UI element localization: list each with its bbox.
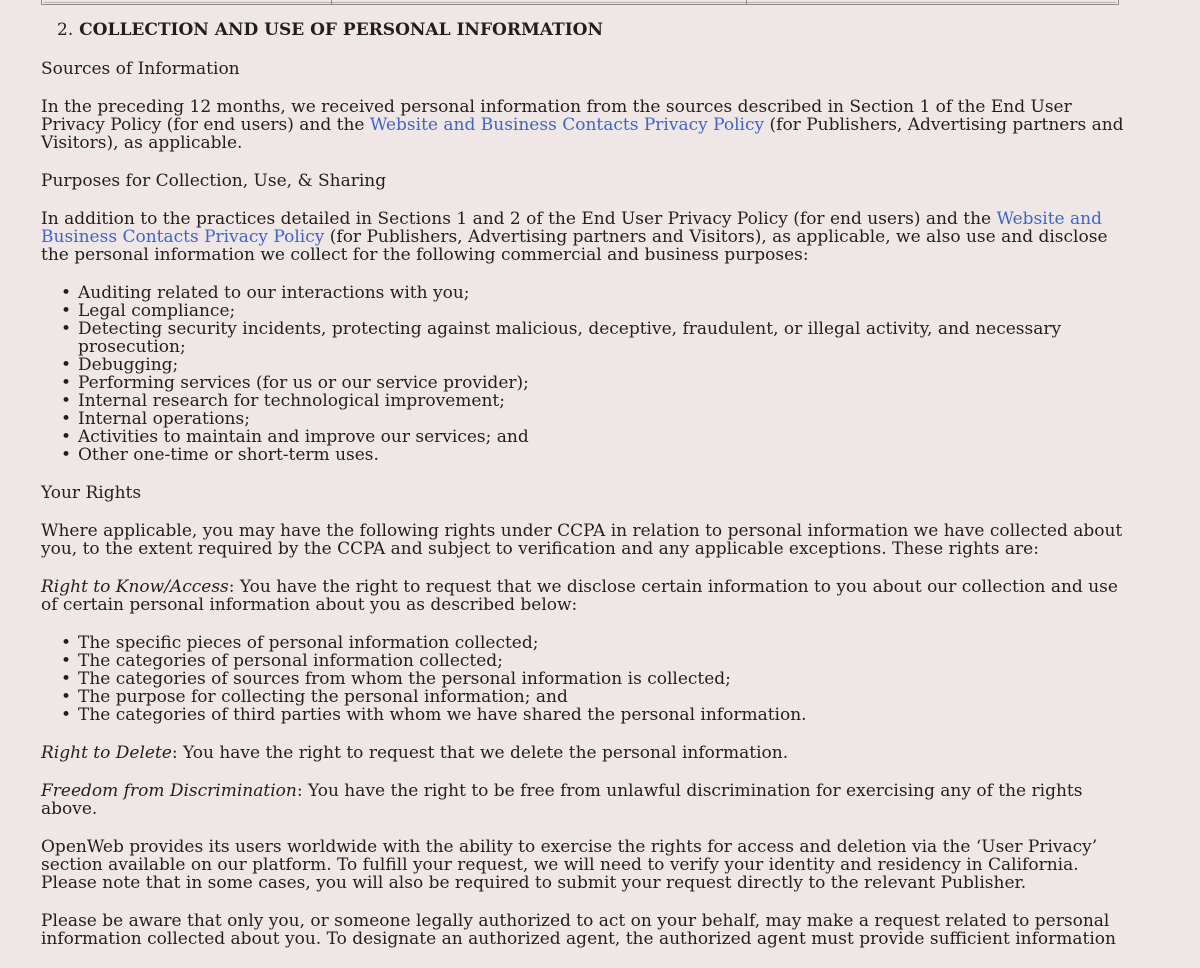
authorized-agent-paragraph: Please be aware that only you, or someon… — [41, 911, 1116, 949]
table-inner-border — [44, 0, 1116, 3]
list-item: Debugging; — [61, 356, 1126, 374]
purposes-paragraph: In addition to the practices detailed in… — [41, 210, 1126, 264]
policy-content: 2. COLLECTION AND USE OF PERSONAL INFORM… — [41, 21, 1126, 968]
right-to-know-label: Right to Know/Access — [41, 577, 229, 597]
section-heading: 2. COLLECTION AND USE OF PERSONAL INFORM… — [57, 21, 1126, 39]
table-column-divider — [746, 0, 747, 5]
list-item: The categories of personal information c… — [61, 652, 1126, 670]
list-item: The specific pieces of personal informat… — [61, 634, 1126, 652]
list-item: The purpose for collecting the personal … — [61, 688, 1126, 706]
right-to-delete-paragraph: Right to Delete: You have the right to r… — [41, 744, 1126, 762]
right-to-delete-text: : You have the right to request that we … — [171, 743, 789, 763]
freedom-paragraph: Freedom from Discrimination: You have th… — [41, 782, 1126, 818]
list-item: Activities to maintain and improve our s… — [61, 428, 1126, 446]
freedom-label: Freedom from Discrimination — [41, 781, 297, 801]
section-number: 2. — [57, 20, 74, 40]
right-to-know-list: The specific pieces of personal informat… — [41, 634, 1126, 724]
website-privacy-policy-link[interactable]: Website and Business Contacts Privacy Po… — [370, 115, 764, 135]
right-to-delete-label: Right to Delete — [41, 743, 172, 763]
list-item: Auditing related to our interactions wit… — [61, 284, 1126, 302]
list-item: Detecting security incidents, protecting… — [61, 320, 1126, 356]
section-title: COLLECTION AND USE OF PERSONAL INFORMATI… — [79, 20, 604, 40]
purposes-list: Auditing related to our interactions wit… — [41, 284, 1126, 464]
sources-paragraph: In the preceding 12 months, we received … — [41, 98, 1126, 152]
rights-heading: Your Rights — [41, 483, 142, 503]
sources-heading: Sources of Information — [41, 59, 240, 79]
purposes-heading: Purposes for Collection, Use, & Sharing — [41, 171, 387, 191]
right-to-know-paragraph: Right to Know/Access: You have the right… — [41, 578, 1126, 614]
list-item: Internal research for technological impr… — [61, 392, 1126, 410]
list-item: The categories of third parties with who… — [61, 706, 1126, 724]
list-item: Legal compliance; — [61, 302, 1126, 320]
list-item: Performing services (for us or our servi… — [61, 374, 1126, 392]
purposes-text: In addition to the practices detailed in… — [41, 209, 997, 229]
table-column-divider — [331, 0, 332, 5]
openweb-paragraph: OpenWeb provides its users worldwide wit… — [41, 837, 1098, 893]
table-bottom-edge — [41, 0, 1119, 5]
list-item: Internal operations; — [61, 410, 1126, 428]
list-item: The categories of sources from whom the … — [61, 670, 1126, 688]
list-item: Other one-time or short-term uses. — [61, 446, 1126, 464]
rights-intro: Where applicable, you may have the follo… — [41, 521, 1123, 559]
